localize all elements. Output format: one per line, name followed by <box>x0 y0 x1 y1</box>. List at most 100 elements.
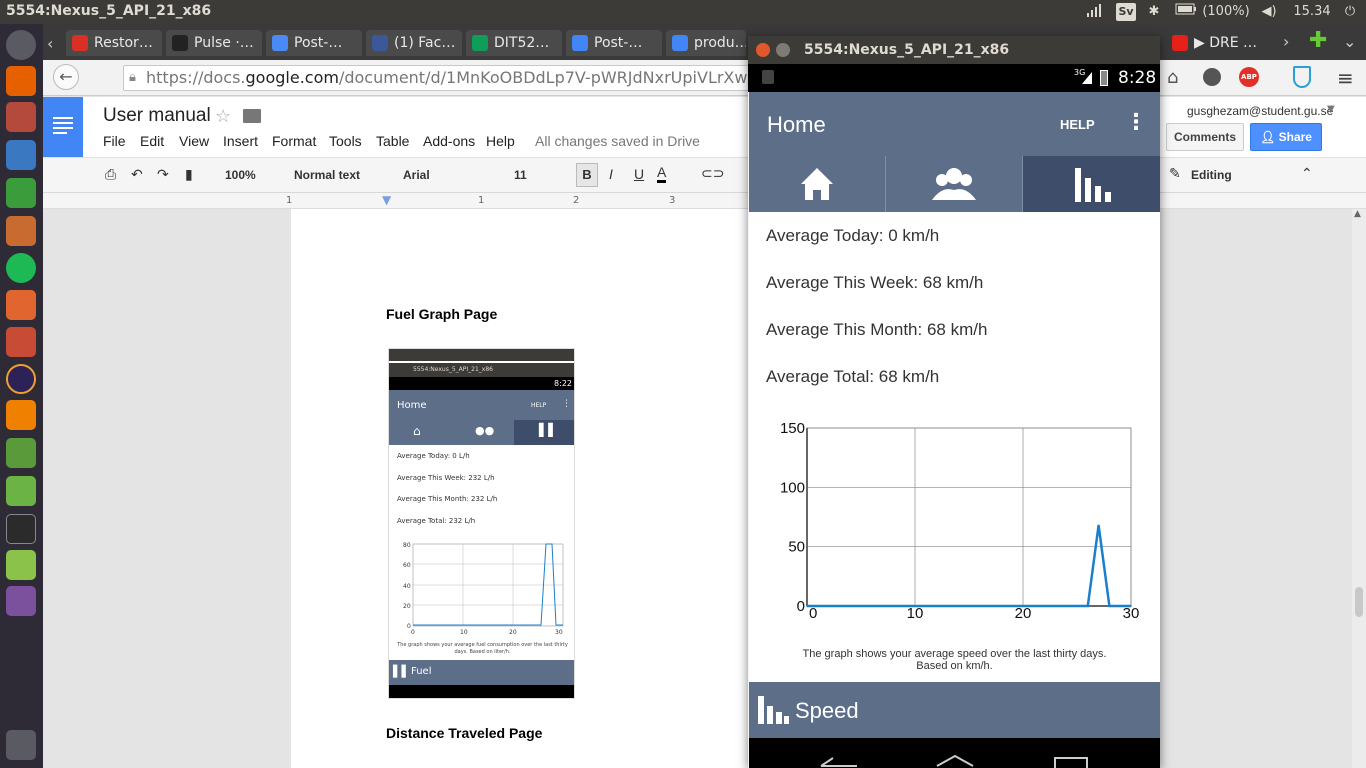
tab-scroll-left-icon[interactable]: ‹ <box>47 34 53 53</box>
menu-edit[interactable]: Edit <box>140 133 164 149</box>
browser-tab[interactable]: DIT52… <box>466 30 562 56</box>
browser-tab[interactable]: Restor… <box>66 30 162 56</box>
star-icon[interactable]: ☆ <box>215 106 231 127</box>
spotify-icon[interactable] <box>6 253 36 283</box>
help-button[interactable]: HELP <box>1060 117 1095 132</box>
docs-logo-icon[interactable] <box>43 97 83 157</box>
url-field[interactable]: 🔒︎ https://docs.google.com/document/d/1M… <box>123 65 803 91</box>
ruler: 1 ▼ 1 2 3 <box>43 193 1366 209</box>
style-select[interactable]: Normal text <box>294 168 360 182</box>
chevron-down-icon[interactable]: ▼ <box>1327 104 1335 115</box>
extension-icon[interactable] <box>1203 68 1221 86</box>
impress-icon[interactable] <box>6 216 36 246</box>
android-studio-icon[interactable] <box>6 476 36 506</box>
menu-tools[interactable]: Tools <box>329 133 362 149</box>
print-icon[interactable]: ⎙ <box>105 166 116 183</box>
writer-icon[interactable] <box>6 140 36 170</box>
back-icon[interactable]: ← <box>53 64 79 90</box>
share-button[interactable]: 👤︎ Share <box>1250 123 1322 151</box>
data-point <box>1033 605 1035 607</box>
android-icon[interactable] <box>6 550 36 580</box>
user-email[interactable]: gusghezam@student.gu.se <box>1187 104 1333 118</box>
menu-addons[interactable]: Add-ons <box>423 133 475 149</box>
tab-stats[interactable] <box>1023 156 1160 212</box>
new-tab-icon[interactable]: ✚ <box>1309 28 1327 53</box>
bluetooth-icon[interactable]: ✱ <box>1146 3 1162 21</box>
menu-format[interactable]: Format <box>272 133 316 149</box>
doc-title[interactable]: User manual <box>103 105 211 127</box>
undo-icon[interactable]: ↶ <box>131 166 143 183</box>
bold-button[interactable]: B <box>576 163 598 187</box>
software-center-icon[interactable] <box>6 290 36 320</box>
heading-fuel[interactable]: Fuel Graph Page <box>386 306 497 322</box>
italic-button[interactable]: I <box>609 166 613 182</box>
scrollbar[interactable]: ▲ <box>1352 209 1366 768</box>
volume-icon[interactable]: ◀) <box>1258 3 1280 21</box>
minimize-icon[interactable] <box>776 43 790 57</box>
battery-icon[interactable] <box>1174 3 1198 21</box>
tab-menu-icon[interactable]: ⌄ <box>1343 32 1356 51</box>
font-select[interactable]: Arial <box>403 168 430 182</box>
overflow-menu-icon[interactable]: ⋮ <box>1125 110 1147 135</box>
embedded-screenshot[interactable]: 5554:Nexus_5_API_21_x86 8:22 Home HELP ⋮… <box>388 348 575 699</box>
dash-icon[interactable] <box>6 30 36 60</box>
browser-tab[interactable]: produ… <box>666 30 746 56</box>
tab-label: Post-… <box>294 35 343 51</box>
browser-tab[interactable]: (1) Fac… <box>366 30 462 56</box>
eclipse-icon[interactable] <box>6 364 36 394</box>
adblock-icon[interactable]: ABP <box>1239 67 1259 87</box>
collapse-icon[interactable]: ⌃ <box>1301 165 1313 182</box>
comments-button[interactable]: Comments <box>1166 123 1244 151</box>
link-icon[interactable]: ⊂⊃ <box>701 165 724 182</box>
recents-nav-icon[interactable] <box>1051 756 1091 768</box>
android-nav-bar <box>749 738 1160 768</box>
terminal-icon[interactable] <box>6 514 36 544</box>
menu-view[interactable]: View <box>179 133 209 149</box>
text-color-button[interactable]: A <box>657 164 667 183</box>
emulator-window[interactable]: 5554:Nexus_5_API_21_x86 3G 8:28 Home HEL… <box>748 36 1160 768</box>
keyboard-layout[interactable]: Sv <box>1116 3 1136 21</box>
browser-tab[interactable]: ▶ DRE … <box>1166 30 1262 56</box>
back-nav-icon[interactable] <box>819 756 859 768</box>
menu-help[interactable]: Help <box>486 133 515 149</box>
close-icon[interactable] <box>756 43 770 57</box>
viber-icon[interactable] <box>6 586 36 616</box>
font-size-select[interactable]: 11 <box>514 168 527 182</box>
folder-icon[interactable] <box>243 109 261 123</box>
network-icon[interactable] <box>1084 3 1106 21</box>
browser-tab[interactable]: Pulse ·… <box>166 30 262 56</box>
home-icon[interactable]: ⌂ <box>1167 67 1178 88</box>
mode-select[interactable]: Editing <box>1191 168 1232 182</box>
scroll-thumb[interactable] <box>1355 587 1363 617</box>
pencil-icon[interactable]: ✎ <box>1169 165 1181 182</box>
download-icon[interactable] <box>6 438 36 468</box>
menu-insert[interactable]: Insert <box>223 133 258 149</box>
heading-distance[interactable]: Distance Traveled Page <box>386 725 542 741</box>
firefox-icon[interactable] <box>6 66 36 96</box>
settings-icon[interactable] <box>6 327 36 357</box>
zoom-select[interactable]: 100% <box>225 168 256 182</box>
menu-table[interactable]: Table <box>376 133 409 149</box>
vlc-icon[interactable] <box>6 400 36 430</box>
browser-tab[interactable]: Post-… <box>266 30 362 56</box>
emulator-titlebar[interactable]: 5554:Nexus_5_API_21_x86 <box>748 36 1160 64</box>
menu-file[interactable]: File <box>103 133 126 149</box>
calc-icon[interactable] <box>6 178 36 208</box>
indent-marker-icon[interactable]: ▼ <box>382 193 391 207</box>
clock[interactable]: 15.34 <box>1292 3 1332 21</box>
files-icon[interactable] <box>6 102 36 132</box>
chrome-menu-icon[interactable]: ≡ <box>1337 66 1354 90</box>
underline-button[interactable]: U <box>634 166 644 182</box>
redo-icon[interactable]: ↷ <box>157 166 169 183</box>
shield-icon[interactable] <box>1293 66 1311 88</box>
trash-icon[interactable] <box>6 730 36 760</box>
tab-friends[interactable] <box>886 156 1023 212</box>
paint-format-icon[interactable]: ▮ <box>185 166 193 183</box>
tab-scroll-right-icon[interactable]: › <box>1283 32 1289 51</box>
document-page[interactable]: Fuel Graph Page 5554:Nexus_5_API_21_x86 … <box>291 209 751 768</box>
scroll-up-icon[interactable]: ▲ <box>1354 209 1361 219</box>
browser-tab[interactable]: Post-… <box>566 30 662 56</box>
tab-home[interactable] <box>749 156 886 212</box>
home-nav-icon[interactable] <box>935 754 975 768</box>
power-icon[interactable]: ⏻ <box>1340 3 1360 21</box>
